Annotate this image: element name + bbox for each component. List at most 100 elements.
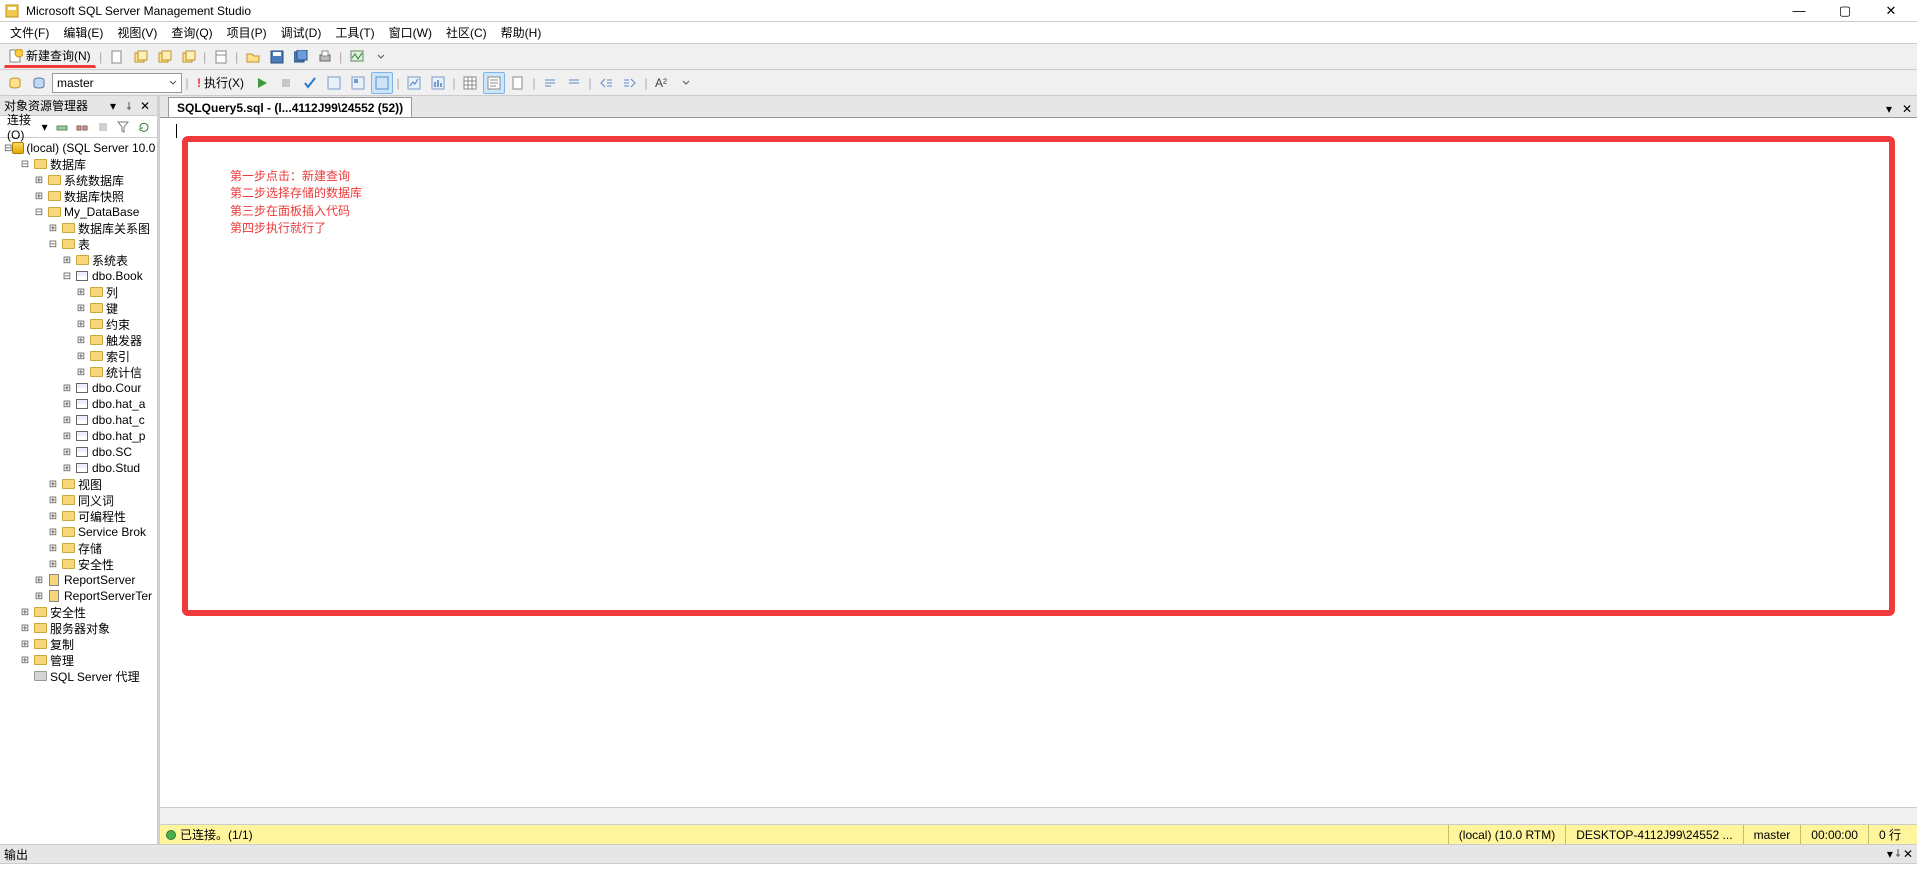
tb2-clientstats-icon[interactable] — [427, 72, 449, 94]
tree-node[interactable]: ⊞管理 — [0, 652, 157, 668]
tree-node[interactable]: ⊞dbo.hat_p — [0, 428, 157, 444]
new-query-button[interactable]: 新建查询(N) — [4, 46, 96, 68]
menu-item[interactable]: 查询(Q) — [165, 22, 218, 43]
tree-expander[interactable]: ⊞ — [18, 637, 32, 651]
maximize-button[interactable]: ▢ — [1823, 1, 1867, 21]
tree-expander[interactable]: ⊞ — [18, 605, 32, 619]
tree-expander[interactable]: ⊞ — [60, 397, 74, 411]
panel-close-icon[interactable]: ✕ — [137, 98, 153, 114]
tb2-intellisense-icon[interactable] — [371, 72, 393, 94]
tree-expander[interactable]: ⊞ — [74, 349, 88, 363]
oe-refresh-icon[interactable] — [135, 116, 153, 138]
dropdown-arrow-icon[interactable] — [370, 46, 392, 68]
object-explorer-tree[interactable]: ⊟(local) (SQL Server 10.0⊟数据库⊞系统数据库⊞数据库快… — [0, 138, 157, 844]
panel-dropdown-icon[interactable]: ▾ — [105, 98, 121, 114]
activity-monitor-icon[interactable] — [346, 46, 368, 68]
print-icon[interactable] — [314, 46, 336, 68]
tree-node[interactable]: ⊞ReportServer — [0, 572, 157, 588]
tab-close-icon[interactable]: ✕ — [1899, 101, 1915, 117]
menu-item[interactable]: 调试(D) — [275, 22, 328, 43]
tree-expander[interactable] — [18, 669, 32, 683]
tree-node[interactable]: ⊟数据库 — [0, 156, 157, 172]
tree-expander[interactable]: ⊞ — [18, 621, 32, 635]
tree-expander[interactable]: ⊞ — [60, 253, 74, 267]
tree-expander[interactable]: ⊞ — [60, 461, 74, 475]
tree-expander[interactable]: ⊞ — [46, 525, 60, 539]
tree-node[interactable]: ⊞键 — [0, 300, 157, 316]
tree-node[interactable]: ⊞安全性 — [0, 556, 157, 572]
tree-node[interactable]: ⊟My_DataBase — [0, 204, 157, 220]
tree-expander[interactable]: ⊟ — [18, 157, 32, 171]
save-all-icon[interactable] — [290, 46, 312, 68]
tree-node[interactable]: ⊞数据库关系图 — [0, 220, 157, 236]
oe-connect-icon[interactable] — [53, 116, 71, 138]
tb2-queryopts-icon[interactable] — [347, 72, 369, 94]
tree-node[interactable]: ⊞服务器对象 — [0, 620, 157, 636]
outdent-icon[interactable] — [595, 72, 617, 94]
tree-expander[interactable]: ⊞ — [60, 413, 74, 427]
dropdown-arrow-icon-2[interactable] — [675, 72, 697, 94]
editor-tab[interactable]: SQLQuery5.sql - (l...4112J99\24552 (52)) — [168, 97, 412, 117]
tb-sheet[interactable] — [210, 46, 232, 68]
tb-cascade-1[interactable] — [130, 46, 152, 68]
tree-node[interactable]: ⊞统计信 — [0, 364, 157, 380]
tb-cascade-3[interactable] — [178, 46, 200, 68]
tree-expander[interactable]: ⊞ — [46, 477, 60, 491]
panel-pin-icon[interactable] — [121, 98, 137, 114]
tree-expander[interactable]: ⊟ — [60, 269, 74, 283]
tb-new-doc[interactable] — [106, 46, 128, 68]
tree-expander[interactable]: ⊟ — [4, 141, 12, 155]
database-selector[interactable]: master — [52, 73, 182, 93]
menu-item[interactable]: 工具(T) — [329, 22, 380, 43]
tree-node[interactable]: ⊞约束 — [0, 316, 157, 332]
tree-expander[interactable]: ⊞ — [74, 365, 88, 379]
tree-node[interactable]: ⊞列 — [0, 284, 157, 300]
tree-node[interactable]: ⊞系统表 — [0, 252, 157, 268]
tree-expander[interactable]: ⊞ — [74, 301, 88, 315]
tb2-estplan-icon[interactable] — [323, 72, 345, 94]
indent-icon[interactable] — [619, 72, 641, 94]
tree-node[interactable]: ⊟表 — [0, 236, 157, 252]
tb2-db-icon[interactable] — [4, 72, 26, 94]
tree-node[interactable]: ⊞Service Brok — [0, 524, 157, 540]
tree-node[interactable]: ⊞可编程性 — [0, 508, 157, 524]
tree-expander[interactable]: ⊞ — [60, 445, 74, 459]
tree-expander[interactable]: ⊞ — [32, 573, 46, 587]
tree-node[interactable]: SQL Server 代理 — [0, 668, 157, 684]
results-file-icon[interactable] — [507, 72, 529, 94]
tab-dropdown-icon[interactable]: ▾ — [1881, 101, 1897, 117]
play-icon[interactable] — [251, 72, 273, 94]
minimize-button[interactable]: — — [1777, 1, 1821, 21]
tree-node[interactable]: ⊞ReportServerTer — [0, 588, 157, 604]
stop-icon[interactable] — [275, 72, 297, 94]
comment-icon[interactable] — [539, 72, 561, 94]
tree-node[interactable]: ⊞数据库快照 — [0, 188, 157, 204]
results-text-icon[interactable] — [483, 72, 505, 94]
tree-expander[interactable]: ⊞ — [74, 285, 88, 299]
tree-node[interactable]: ⊞存储 — [0, 540, 157, 556]
tb2-actualplan-icon[interactable] — [403, 72, 425, 94]
menu-item[interactable]: 窗口(W) — [383, 22, 438, 43]
execute-button[interactable]: ! 执行(X) — [192, 72, 249, 94]
tree-node[interactable]: ⊞系统数据库 — [0, 172, 157, 188]
editor-scrollbar-h[interactable] — [160, 807, 1917, 824]
menu-item[interactable]: 项目(P) — [221, 22, 273, 43]
results-grid-icon[interactable] — [459, 72, 481, 94]
tree-node[interactable]: ⊞触发器 — [0, 332, 157, 348]
tree-node[interactable]: ⊟(local) (SQL Server 10.0 — [0, 140, 157, 156]
template-params-icon[interactable]: A² — [651, 72, 673, 94]
uncomment-icon[interactable] — [563, 72, 585, 94]
tree-node[interactable]: ⊞索引 — [0, 348, 157, 364]
tree-expander[interactable]: ⊞ — [32, 189, 46, 203]
tree-expander[interactable]: ⊞ — [46, 493, 60, 507]
tree-expander[interactable]: ⊞ — [46, 541, 60, 555]
tree-node[interactable]: ⊞dbo.Stud — [0, 460, 157, 476]
tree-expander[interactable]: ⊞ — [60, 429, 74, 443]
close-button[interactable]: ✕ — [1869, 1, 1913, 21]
menu-item[interactable]: 视图(V) — [111, 22, 163, 43]
tree-expander[interactable]: ⊞ — [46, 509, 60, 523]
tree-node[interactable]: ⊞复制 — [0, 636, 157, 652]
tree-expander[interactable]: ⊞ — [46, 221, 60, 235]
tb-cascade-2[interactable] — [154, 46, 176, 68]
menu-item[interactable]: 编辑(E) — [57, 22, 109, 43]
